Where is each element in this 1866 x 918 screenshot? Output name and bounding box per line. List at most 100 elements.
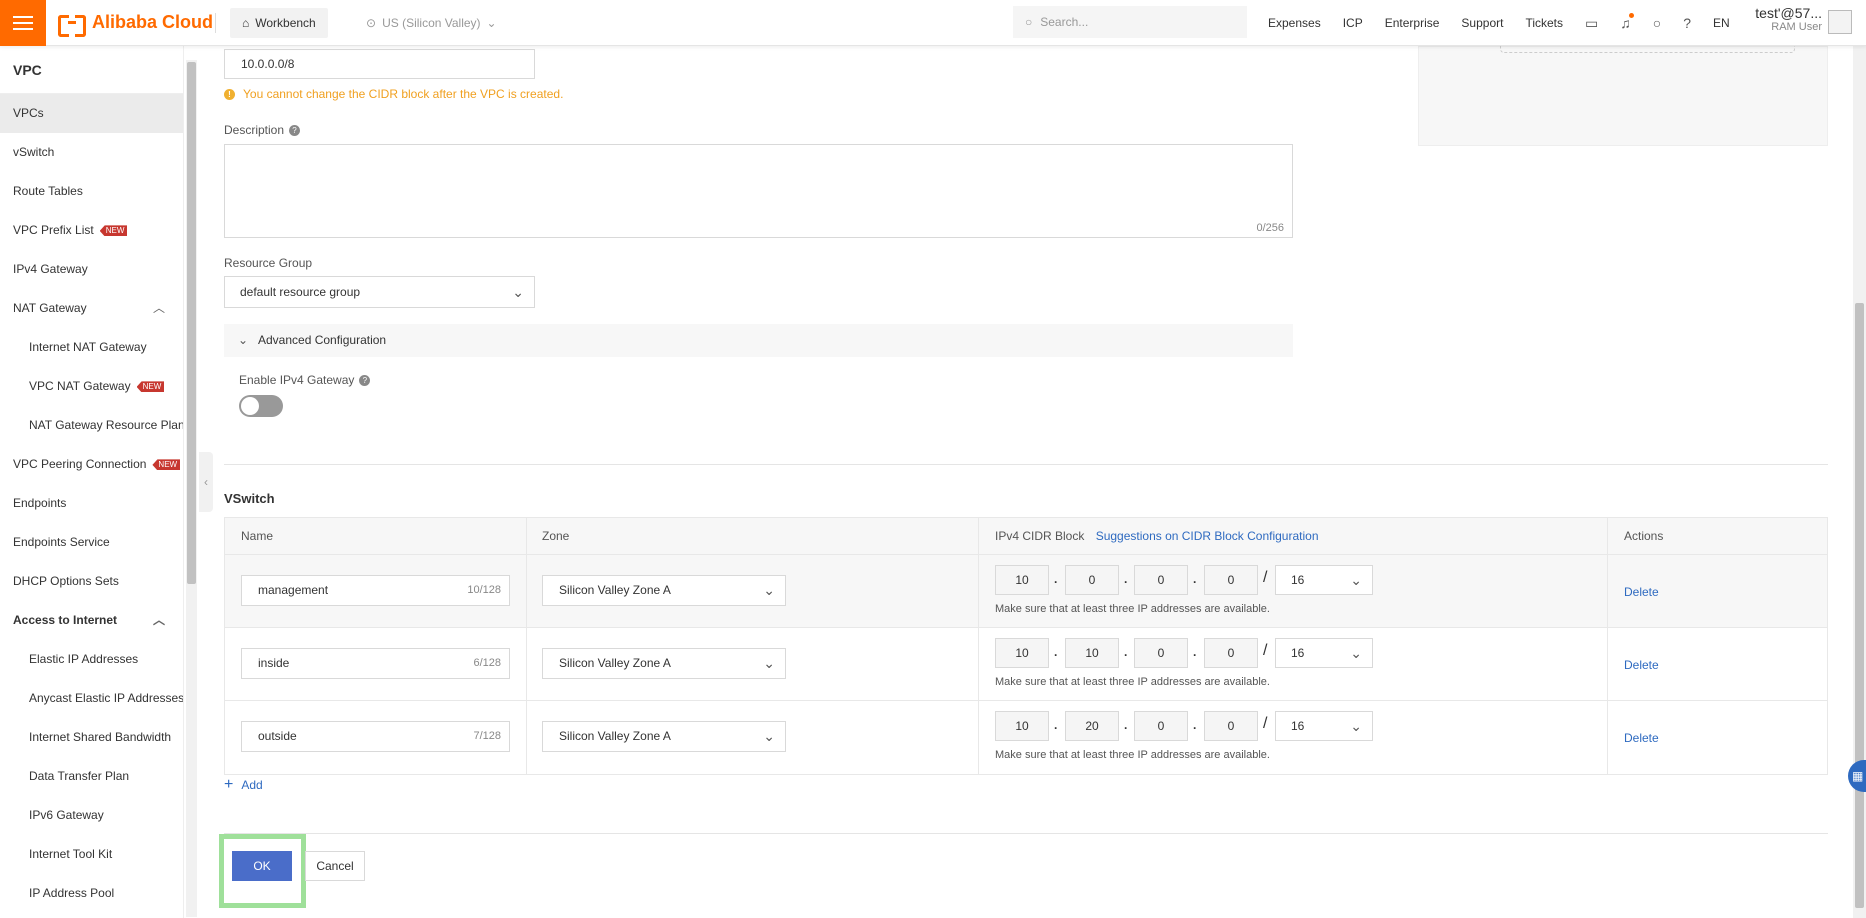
region-selector[interactable]: ⊙ US (Silicon Valley) ⌄: [366, 8, 497, 38]
zone-select[interactable]: Silicon Valley Zone A ⌄: [542, 648, 786, 679]
advanced-configuration-toggle[interactable]: ⌄ Advanced Configuration: [224, 324, 1293, 357]
sidebar-item-ipv4-gateway[interactable]: IPv4 Gateway: [0, 250, 183, 289]
search-input[interactable]: ○ Search...: [1013, 6, 1247, 38]
description-textarea[interactable]: 0/256: [224, 144, 1293, 238]
sidebar-item-ip-address-pool[interactable]: IP Address Pool: [0, 874, 183, 913]
bell-icon[interactable]: ♫: [1620, 13, 1634, 31]
column-header-name: Name: [225, 518, 527, 554]
cidr-hint: Make sure that at least three IP address…: [995, 676, 1270, 688]
help-icon[interactable]: ?: [289, 124, 301, 136]
cidr-suggestions-link[interactable]: Suggestions on CIDR Block Configuration: [1096, 529, 1319, 543]
nav-support[interactable]: Support: [1461, 16, 1503, 30]
lightbulb-icon[interactable]: ○: [1653, 15, 1661, 31]
help-icon[interactable]: ?: [359, 374, 371, 386]
ipv4-cidr-input[interactable]: 10.0.0.0/8: [224, 49, 535, 79]
sidebar-item-endpoints-service[interactable]: Endpoints Service: [0, 523, 183, 562]
sidebar-item-vswitch[interactable]: vSwitch: [0, 133, 183, 172]
char-count: 7/128: [473, 730, 501, 742]
ip-octet-2[interactable]: 0: [1065, 565, 1119, 595]
nav-expenses[interactable]: Expenses: [1268, 16, 1321, 30]
ip-octet-1[interactable]: 10: [995, 711, 1049, 741]
divider: [224, 833, 1828, 834]
ip-octet-3[interactable]: 0: [1134, 565, 1188, 595]
sidebar-item-label: Anycast Elastic IP Addresses: [29, 691, 184, 705]
ip-octet-3[interactable]: 0: [1134, 638, 1188, 668]
sidebar-item-vpc-peering-connection[interactable]: VPC Peering Connection NEW: [0, 445, 183, 484]
sidebar-item-label: Elastic IP Addresses: [29, 652, 139, 666]
delete-link[interactable]: Delete: [1624, 658, 1659, 672]
ip-octet-2[interactable]: 20: [1065, 711, 1119, 741]
sidebar-item-internet-tool-kit[interactable]: Internet Tool Kit: [0, 835, 183, 874]
chevron-down-icon: ⌄: [763, 655, 775, 671]
resource-group-select[interactable]: default resource group ⌄: [224, 276, 535, 308]
table-header: Name Zone IPv4 CIDR Block Suggestions on…: [225, 518, 1827, 555]
nav-icp[interactable]: ICP: [1343, 16, 1363, 30]
sidebar-item-endpoints[interactable]: Endpoints: [0, 484, 183, 523]
help-icon[interactable]: ?: [1683, 15, 1691, 31]
mask-select[interactable]: 16 ⌄: [1275, 711, 1373, 741]
sidebar-item-label: Route Tables: [13, 184, 83, 198]
sidebar-item-vpc-nat-gateway[interactable]: VPC NAT Gateway NEW: [0, 367, 183, 406]
sidebar-item-nat-gateway[interactable]: NAT Gateway ︿: [0, 289, 183, 328]
mask-select[interactable]: 16 ⌄: [1275, 638, 1373, 668]
ipv4-gateway-switch[interactable]: [239, 395, 283, 417]
vswitch-name-input[interactable]: outside 7/128: [241, 721, 510, 752]
chevron-down-icon: ⌄: [486, 16, 497, 30]
sidebar-item-route-tables[interactable]: Route Tables: [0, 172, 183, 211]
language-switch[interactable]: EN: [1713, 16, 1730, 30]
add-vswitch-button[interactable]: + Add: [224, 777, 263, 793]
avatar[interactable]: [1828, 10, 1852, 34]
sidebar-collapse-button[interactable]: ‹: [199, 452, 213, 512]
brand-logo[interactable]: Alibaba Cloud: [58, 12, 213, 37]
sidebar-scrollbar-thumb[interactable]: [187, 62, 196, 584]
sidebar-item-label: Access to Internet: [13, 613, 118, 627]
menu-icon[interactable]: [0, 0, 46, 46]
sidebar-item-ipv6-gateway[interactable]: IPv6 Gateway: [0, 796, 183, 835]
chevron-down-icon: ⌄: [763, 728, 775, 744]
cidr-cell: 10 · 0 · 0 · 0 / 16 ⌄ Make sure that at …: [979, 555, 1608, 627]
sidebar-item-internet-nat-gateway[interactable]: Internet NAT Gateway: [0, 328, 183, 367]
ok-button[interactable]: OK: [232, 851, 292, 881]
ip-octet-1[interactable]: 10: [995, 638, 1049, 668]
sidebar-item-nat-gateway-resource-plan[interactable]: NAT Gateway Resource Plan: [0, 406, 183, 445]
sidebar-item-label: DHCP Options Sets: [13, 574, 119, 588]
sidebar-item-data-transfer-plan[interactable]: Data Transfer Plan: [0, 757, 183, 796]
zone-cell: Silicon Valley Zone A ⌄: [527, 628, 979, 700]
delete-link[interactable]: Delete: [1624, 731, 1659, 745]
ip-octet-2[interactable]: 10: [1065, 638, 1119, 668]
vswitch-name-input[interactable]: management 10/128: [241, 575, 510, 606]
nav-tickets[interactable]: Tickets: [1525, 16, 1563, 30]
ip-octet-4[interactable]: 0: [1204, 565, 1258, 595]
zone-select[interactable]: Silicon Valley Zone A ⌄: [542, 575, 786, 606]
user-menu[interactable]: test'@57... RAM User: [1752, 5, 1822, 33]
page-scrollbar-thumb[interactable]: [1855, 303, 1864, 908]
zone-cell: Silicon Valley Zone A ⌄: [527, 555, 979, 627]
description-char-count: 0/256: [1256, 222, 1284, 234]
ipv4-gateway-label: Enable IPv4 Gateway ?: [239, 373, 371, 387]
name-cell: inside 6/128: [225, 628, 527, 700]
sidebar-item-vpcs[interactable]: VPCs: [0, 94, 183, 133]
sidebar-item-dhcp-options-sets[interactable]: DHCP Options Sets: [0, 562, 183, 601]
sidebar-group-access-to-internet[interactable]: Access to Internet ︿: [0, 601, 183, 640]
ip-octet-4[interactable]: 0: [1204, 711, 1258, 741]
ip-octet-1[interactable]: 10: [995, 565, 1049, 595]
workbench-button[interactable]: ⌂ Workbench: [230, 8, 328, 38]
ip-dot: ·: [1054, 648, 1058, 662]
sidebar-item-anycast-elastic-ip-addresses[interactable]: Anycast Elastic IP Addresses: [0, 679, 183, 718]
ip-octet-4[interactable]: 0: [1204, 638, 1258, 668]
ip-slash: /: [1263, 569, 1268, 586]
mask-select[interactable]: 16 ⌄: [1275, 565, 1373, 595]
ip-octet-3[interactable]: 0: [1134, 711, 1188, 741]
vswitch-name-input[interactable]: inside 6/128: [241, 648, 510, 679]
cancel-button[interactable]: Cancel: [305, 851, 365, 881]
sidebar-item-label: IP Address Pool: [29, 886, 115, 900]
nav-enterprise[interactable]: Enterprise: [1385, 16, 1440, 30]
sidebar-item-vpc-prefix-list[interactable]: VPC Prefix List NEW: [0, 211, 183, 250]
zone-select[interactable]: Silicon Valley Zone A ⌄: [542, 721, 786, 752]
sidebar-item-elastic-ip-addresses[interactable]: Elastic IP Addresses: [0, 640, 183, 679]
terminal-icon[interactable]: ▭: [1585, 15, 1598, 32]
sidebar-item-internet-shared-bandwidth[interactable]: Internet Shared Bandwidth: [0, 718, 183, 757]
ip-dot: ·: [1124, 575, 1128, 589]
delete-link[interactable]: Delete: [1624, 585, 1659, 599]
new-badge: NEW: [152, 459, 181, 471]
